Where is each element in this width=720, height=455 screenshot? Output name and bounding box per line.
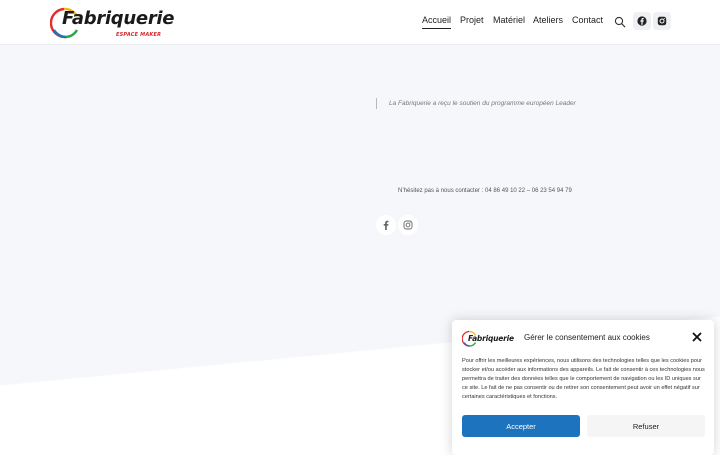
instagram-icon <box>657 16 667 26</box>
cookie-brand-name: Fabriquerie <box>468 334 514 343</box>
cookie-title: Gérer le consentement aux cookies <box>524 333 650 342</box>
cookie-consent-dialog: Fabriquerie Gérer le consentement aux co… <box>452 320 714 455</box>
nav-contact[interactable]: Contact <box>572 15 603 25</box>
accept-button[interactable]: Accepter <box>462 415 580 437</box>
brand-name: Fabriquerie <box>62 8 175 29</box>
header-facebook-button[interactable] <box>633 12 651 30</box>
contact-line: N’hésitez pas à nous contacter : 04 86 4… <box>398 188 572 194</box>
nav-accueil[interactable]: Accueil <box>422 15 452 29</box>
facebook-icon <box>383 220 389 230</box>
hero-facebook-button[interactable] <box>376 215 396 235</box>
refuse-button[interactable]: Refuser <box>587 415 705 437</box>
nav-ateliers[interactable]: Ateliers <box>533 15 563 25</box>
search-icon[interactable] <box>614 16 626 28</box>
nav-projet[interactable]: Projet <box>460 15 484 25</box>
site-header: Fabriquerie ESPACE MAKER Accueil Projet … <box>0 0 720 44</box>
cookie-description: Pour offrir les meilleures expériences, … <box>462 358 705 400</box>
header-instagram-button[interactable] <box>653 12 671 30</box>
facebook-icon <box>637 16 647 26</box>
instagram-icon <box>403 220 413 230</box>
nav-materiel[interactable]: Matériel <box>493 15 525 25</box>
support-quote: La Fabriquerie a reçu le soutien du prog… <box>376 98 576 109</box>
hero-instagram-button[interactable] <box>398 215 418 235</box>
brand-tagline: ESPACE MAKER <box>116 32 162 38</box>
close-icon[interactable] <box>692 332 702 342</box>
